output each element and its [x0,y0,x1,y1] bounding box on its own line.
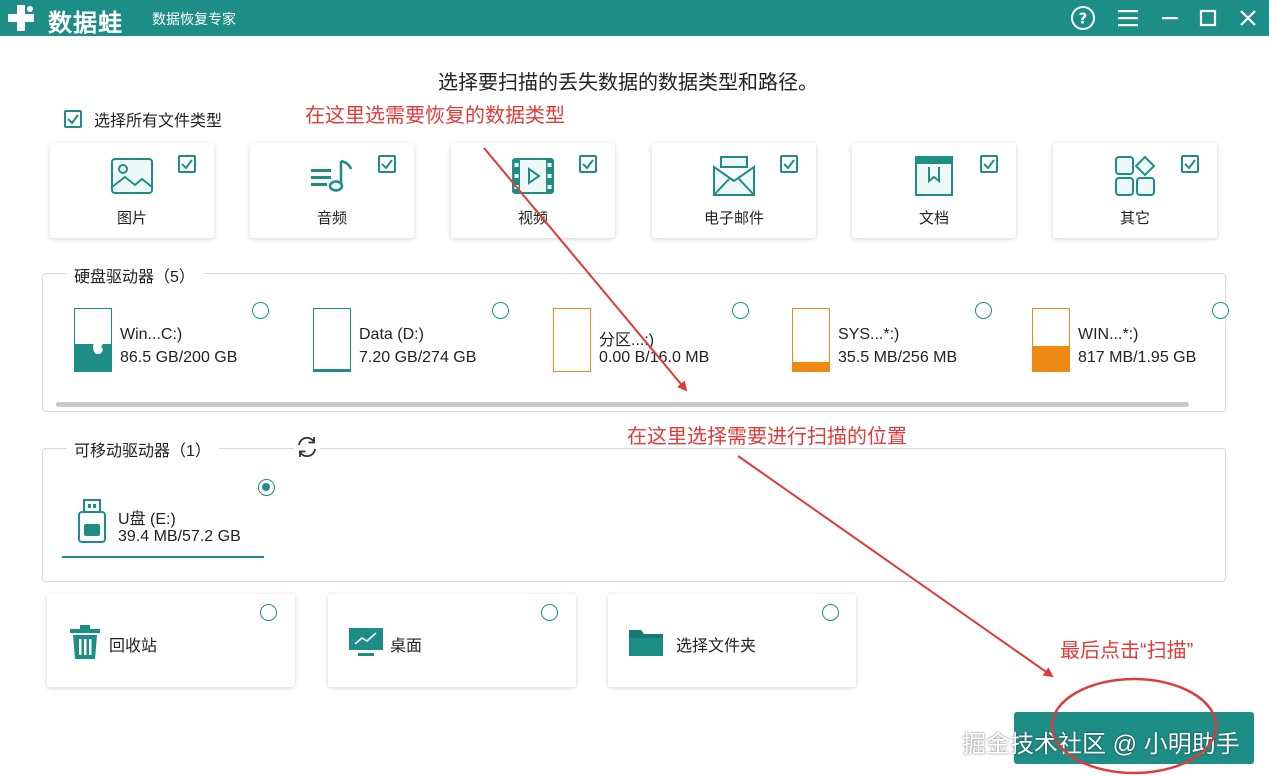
drive-icon [74,308,112,372]
help-icon[interactable]: ? [1069,4,1097,32]
type-card-image[interactable]: 图片 [50,143,214,238]
drive-name: SYS...*:) [838,326,900,343]
type-label-video: 视频 [517,210,548,227]
drive-size: 7.20 GB/274 GB [359,349,477,366]
app-brand: 数据蛙 [48,9,123,37]
image-icon [111,158,153,194]
location-radio-desktop[interactable] [541,604,558,621]
drive-name: Win...C:) [120,326,183,343]
drive-radio-c[interactable] [252,302,269,319]
hard-drive-group-title: 硬盘驱动器（5） [66,263,203,287]
recycle-bin-icon [70,625,100,659]
type-checkbox-document[interactable] [980,155,998,173]
select-all-checkbox[interactable]: 选择所有文件类型 [64,107,222,131]
horizontal-scrollbar[interactable] [56,402,1189,407]
usb-drive-item[interactable]: U盘 (E:) 39.4 MB/57.2 GB [62,496,264,558]
document-icon [915,156,953,196]
checkbox-checked-icon[interactable] [64,110,82,128]
drive-name: 分区...:) [599,332,655,349]
usb-drive-size: 39.4 MB/57.2 GB [118,528,241,545]
drive-size: 0.00 B/16.0 MB [599,349,710,366]
type-label-document: 文档 [918,210,949,227]
type-checkbox-email[interactable] [780,155,798,173]
type-checkbox-audio[interactable] [378,155,396,173]
select-all-label: 选择所有文件类型 [94,113,223,130]
location-card-folder[interactable]: 选择文件夹 [608,594,856,687]
drive-radio-partition[interactable] [732,302,749,319]
drive-size: 86.5 GB/200 GB [120,349,238,366]
folder-icon [629,630,663,656]
type-card-email[interactable]: 电子邮件 [652,143,816,238]
other-icon [1115,155,1156,196]
location-card-desktop[interactable]: 桌面 [328,594,576,687]
usb-drive-radio[interactable] [258,479,275,496]
menu-icon[interactable] [1114,4,1142,32]
removable-drive-group-title: 可移动驱动器（1） [66,437,219,461]
annotation-location: 在这里选择需要进行扫描的位置 [627,426,907,448]
drive-icon [553,308,591,372]
apple-icon [93,339,103,354]
type-checkbox-other[interactable] [1181,155,1199,173]
drive-name: WIN...*:) [1078,326,1139,343]
drive-name: Data (D:) [359,326,424,343]
page-title: 选择要扫描的丢失数据的数据类型和路径。 [438,72,818,94]
type-card-document[interactable]: 文档 [852,143,1016,238]
type-label-other: 其它 [1119,210,1150,227]
location-label: 回收站 [109,638,158,655]
close-icon[interactable] [1234,4,1262,32]
type-label-email: 电子邮件 [703,210,764,227]
location-label: 选择文件夹 [676,638,757,655]
drive-radio-sys[interactable] [975,302,992,319]
type-card-audio[interactable]: 音频 [250,143,414,238]
title-bar: 数据蛙 数据恢复专家 ? [0,0,1269,37]
type-card-video[interactable]: 视频 [451,143,615,238]
drive-size: 817 MB/1.95 GB [1078,349,1197,366]
type-card-other[interactable]: 其它 [1053,143,1217,238]
location-label: 桌面 [390,638,423,655]
location-card-recycle-bin[interactable]: 回收站 [47,594,295,687]
mail-icon [713,156,755,196]
app-subtitle: 数据恢复专家 [152,11,236,27]
svg-text:?: ? [1079,10,1088,28]
annotation-types: 在这里选需要恢复的数据类型 [305,105,565,127]
watermark: 掘金技术社区 @ 小明助手 [962,731,1240,758]
type-label-audio: 音频 [316,210,347,227]
drive-size: 35.5 MB/256 MB [838,349,958,366]
usb-drive-name: U盘 (E:) [118,511,176,528]
video-icon [512,158,554,194]
drive-icon [1032,308,1070,372]
location-radio-recycle-bin[interactable] [260,604,277,621]
location-radio-folder[interactable] [822,604,839,621]
music-icon [311,159,353,192]
desktop-icon [349,628,383,656]
type-checkbox-image[interactable] [178,155,196,173]
minimize-icon[interactable] [1156,4,1184,32]
annotation-scan: 最后点击“扫描” [1060,640,1194,662]
type-checkbox-video[interactable] [579,155,597,173]
maximize-icon[interactable] [1194,4,1222,32]
drive-radio-d[interactable] [492,302,509,319]
drive-icon [792,308,830,372]
refresh-icon[interactable] [294,434,320,460]
type-label-image: 图片 [116,210,147,227]
app-logo-icon [8,5,34,31]
usb-drive-icon [78,499,106,543]
drive-icon [313,308,351,372]
drive-radio-win[interactable] [1212,302,1229,319]
